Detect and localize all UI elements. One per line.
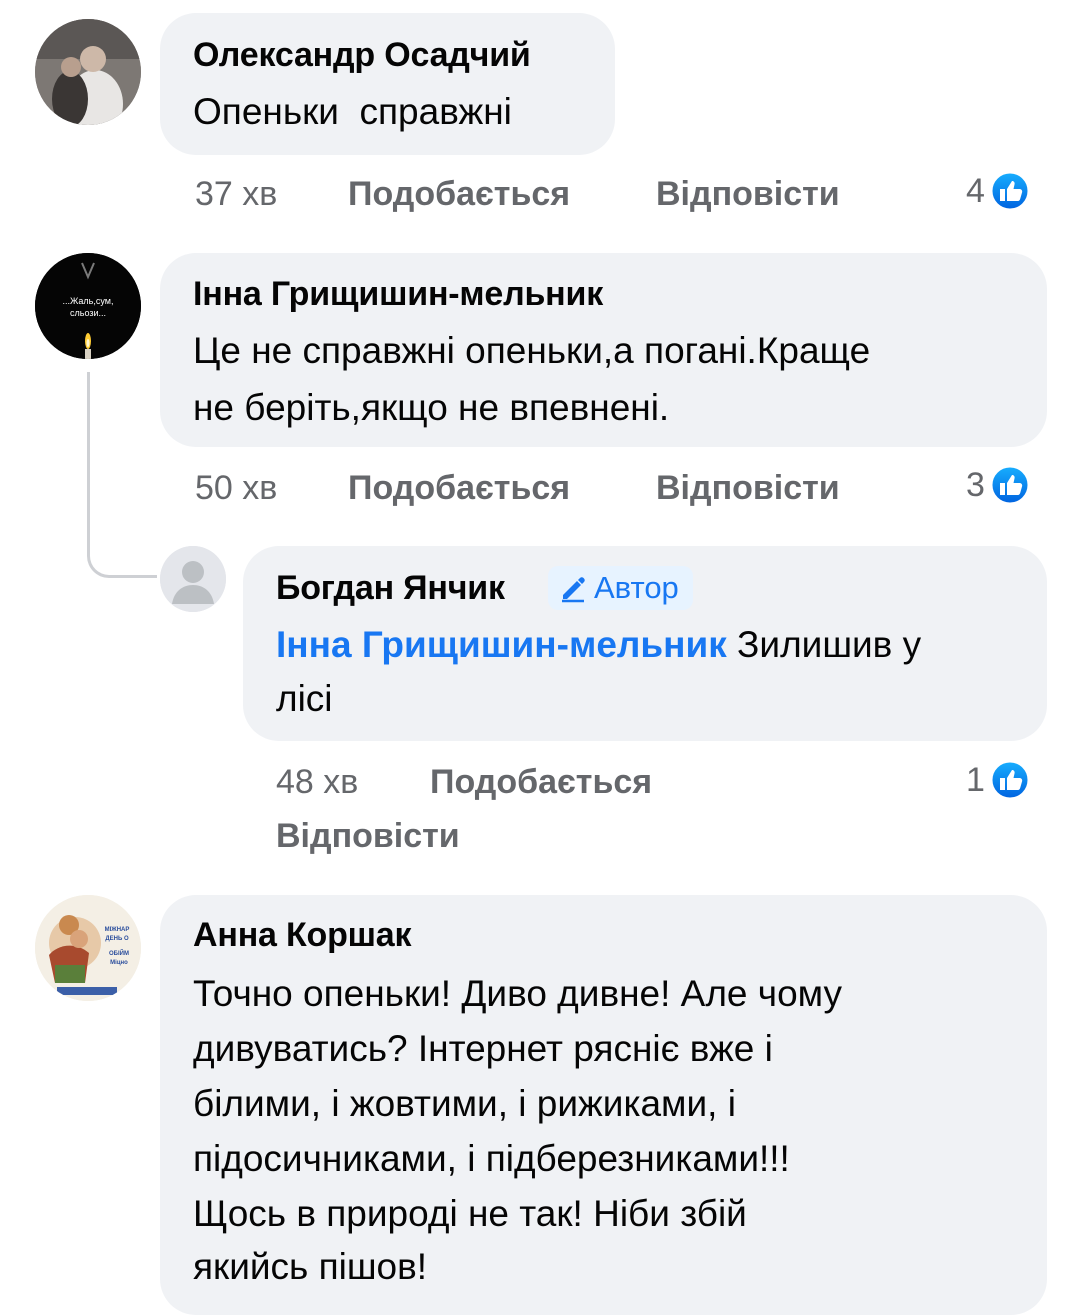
avatar-caption: сльози... [70, 308, 106, 318]
reply-text: Зилишив у [726, 624, 922, 665]
avatar-caption: ДЕНЬ О [105, 936, 129, 942]
comment-author[interactable]: Анна Коршак [193, 916, 412, 955]
reaction-count: 3 [966, 465, 985, 504]
photo-avatar-icon: МІЖНАР ДЕНЬ О ОБІЙМ Міцно [35, 895, 141, 1001]
like-button[interactable]: Подобається [348, 469, 570, 508]
reply-text-line: лісі [276, 678, 333, 719]
avatar-caption: ОБІЙМ [109, 949, 129, 957]
person-silhouette-icon [160, 546, 226, 612]
reply-text-line: Інна Грищишин-мельник Зилишив у [276, 616, 1016, 673]
like-button[interactable]: Подобається [348, 175, 570, 214]
reaction-summary[interactable]: 1 [966, 759, 1031, 801]
comment-author[interactable]: Олександр Осадчий [193, 36, 531, 75]
avatar-caption: МІЖНАР [105, 927, 130, 933]
comment-text-line: підосичниками, і підберезниками!!! [193, 1138, 790, 1179]
comment-text-line: якийсь пішов! [193, 1246, 428, 1287]
reaction-count: 4 [966, 171, 985, 210]
reply-timestamp[interactable]: 48 хв [276, 763, 358, 802]
like-thumb-icon [989, 464, 1031, 506]
avatar-anna[interactable]: МІЖНАР ДЕНЬ О ОБІЙМ Міцно [35, 895, 141, 1001]
reaction-summary[interactable]: 4 [966, 170, 1031, 212]
avatar-bohdan[interactable] [160, 546, 226, 612]
avatar-inna[interactable]: ...Жаль,сум, сльози... [35, 253, 141, 359]
reaction-count: 1 [966, 760, 985, 799]
comment-timestamp[interactable]: 37 хв [195, 175, 277, 214]
comment-text-line: білими, і жовтими, і рижиками, і [193, 1083, 736, 1124]
comment-timestamp[interactable]: 50 хв [195, 469, 277, 508]
reply-button[interactable]: Відповісти [276, 817, 460, 856]
reply-button[interactable]: Відповісти [656, 469, 840, 508]
thread-connector-line [87, 372, 157, 578]
like-button[interactable]: Подобається [430, 763, 652, 802]
candle-avatar-icon: ...Жаль,сум, сльози... [35, 253, 141, 359]
reply-button[interactable]: Відповісти [656, 175, 840, 214]
comment-text-line: Щось в природі не так! Ніби збій [193, 1193, 747, 1234]
like-thumb-icon [989, 170, 1031, 212]
comment-text-line: Це не справжні опеньки,а погані.Краще [193, 330, 871, 371]
photo-avatar-icon [35, 19, 141, 125]
comment-text-line: Точно опеньки! Диво дивне! Але чому [193, 973, 842, 1014]
avatar-oleksandr[interactable] [35, 19, 141, 125]
mention-link[interactable]: Інна Грищишин-мельник [276, 624, 727, 665]
author-badge: Автор [548, 566, 693, 610]
reply-author[interactable]: Богдан Янчик [276, 569, 505, 608]
like-thumb-icon [989, 759, 1031, 801]
reaction-summary[interactable]: 3 [966, 464, 1031, 506]
pencil-icon [562, 577, 585, 603]
comment-text-line: дивуватись? Інтернет рясніє вже і [193, 1028, 773, 1069]
author-badge-label: Автор [594, 570, 679, 605]
comment-author[interactable]: Інна Грищишин-мельник [193, 275, 603, 314]
avatar-caption: ...Жаль,сум, [63, 296, 114, 306]
comment-text: Опеньки справжні [193, 91, 512, 132]
comment-text-line: не беріть,якщо не впевнені. [193, 387, 670, 428]
avatar-caption: Міцно [110, 960, 128, 966]
